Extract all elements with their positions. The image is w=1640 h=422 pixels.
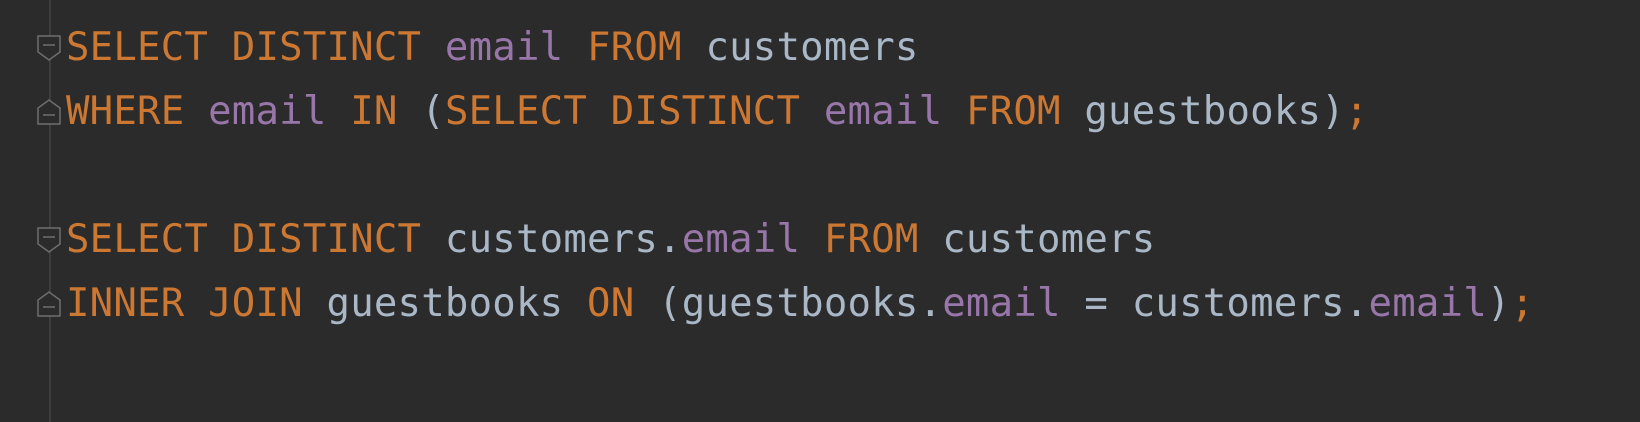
code-token: customers [705, 25, 919, 70]
code-line[interactable]: SELECT DISTINCT customers.email FROM cus… [66, 208, 1640, 272]
fold-end-icon[interactable] [36, 290, 62, 318]
sql-keyword: IN [350, 89, 398, 134]
code-token: ) [1321, 89, 1345, 134]
code-line[interactable]: INNER JOIN guestbooks ON (guestbooks.ema… [66, 272, 1640, 336]
sql-keyword: FROM [965, 89, 1061, 134]
semicolon: ; [1344, 89, 1369, 134]
column-name: email [823, 89, 943, 134]
code-token: customers. [444, 217, 682, 262]
code-token: guestbooks [1084, 89, 1322, 134]
code-token: guestbooks. [681, 281, 943, 326]
code-line[interactable]: WHERE email IN (SELECT DISTINCT email FR… [66, 80, 1640, 144]
column-name: email [681, 217, 801, 262]
code-editor[interactable]: SELECT DISTINCT email FROM customers WHER… [0, 0, 1640, 422]
semicolon: ; [1510, 281, 1535, 326]
sql-keyword: DISTINCT [610, 89, 801, 134]
column-name: email [1368, 281, 1487, 326]
fold-start-icon[interactable] [36, 34, 62, 62]
sql-keyword: DISTINCT [231, 217, 422, 262]
sql-keyword: SELECT [66, 25, 209, 70]
column-name: email [942, 281, 1061, 326]
code-token: customers. [1131, 281, 1369, 326]
code-token: ) [1486, 281, 1511, 326]
sql-keyword: FROM [587, 25, 682, 70]
gutter-divider [49, 0, 51, 422]
code-line[interactable] [66, 144, 1640, 208]
fold-end-icon[interactable] [36, 98, 62, 126]
code-token: = [1060, 281, 1132, 326]
sql-keyword: INNER [66, 281, 185, 326]
sql-keyword: FROM [823, 217, 919, 262]
sql-keyword: JOIN [208, 281, 303, 326]
sql-keyword: DISTINCT [231, 25, 422, 70]
sql-keyword: WHERE [66, 89, 185, 134]
column-name: email [444, 25, 564, 70]
code-token: ( [421, 89, 445, 134]
fold-start-icon[interactable] [36, 226, 62, 254]
code-token: customers [942, 217, 1156, 262]
code-line[interactable]: SELECT DISTINCT email FROM customers [66, 16, 1640, 80]
sql-keyword: ON [587, 281, 635, 326]
sql-keyword: SELECT [66, 217, 209, 262]
sql-keyword: SELECT [444, 89, 588, 134]
code-token: ( [658, 281, 682, 326]
code-area[interactable]: SELECT DISTINCT email FROM customers WHER… [66, 16, 1640, 336]
code-token: guestbooks [326, 281, 564, 326]
column-name: email [208, 89, 327, 134]
